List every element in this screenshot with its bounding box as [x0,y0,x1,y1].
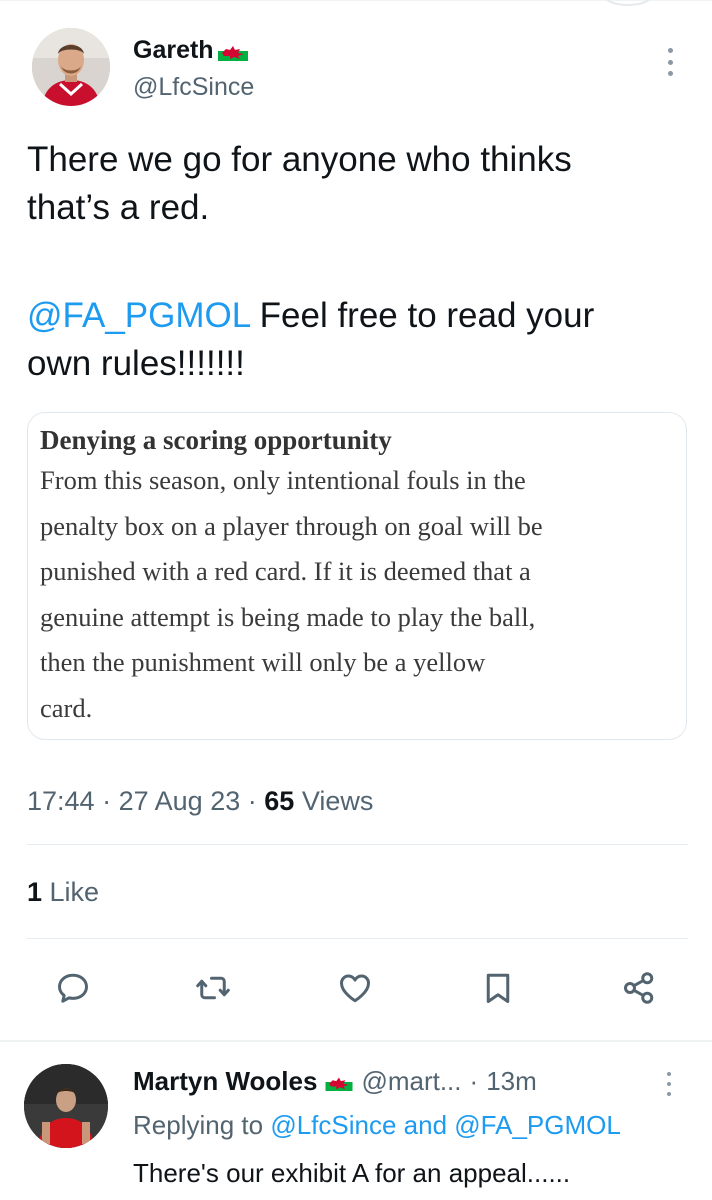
views-count: 65 [264,786,295,816]
mention-link[interactable]: @FA_PGMOL [27,296,250,335]
wales-flag-icon [325,1072,353,1091]
image-text-line: punished with a red card. If it is deeme… [40,556,531,586]
thread-divider [0,1040,712,1042]
likes-link[interactable]: 1 Like [27,877,99,908]
share-button[interactable] [617,966,661,1010]
tweet-text-line: There we go for anyone who thinks [27,140,572,179]
tweet-text: There we go for anyone who thinks that’s… [27,136,687,388]
replying-mention-2[interactable]: @FA_PGMOL [454,1110,621,1140]
more-dot [667,71,673,76]
replying-mention-1[interactable]: @LfcSince [270,1110,396,1140]
tweet-text-line: @FA_PGMOL Feel free to read your [27,292,687,340]
replying-to-line: Replying to @LfcSince and @FA_PGMOL [133,1110,621,1141]
reply-author-name[interactable]: Martyn Wooles [133,1066,317,1097]
bookmark-button[interactable] [476,966,520,1010]
like-icon [340,974,370,1003]
image-text-line: then the punishment will only be a yello… [40,647,486,677]
reply-header: Martyn Wooles @mart... · 13m [133,1066,537,1097]
image-heading: Denying a scoring opportunity [40,425,392,455]
author-name-text: Gareth [133,36,214,64]
tweet-text-fragment: Feel free to read your [249,296,595,335]
divider [27,844,688,845]
share-icon [624,972,654,1004]
tweet-text-line: that’s a red. [27,188,210,227]
reply-button[interactable] [51,966,95,1010]
more-dot [667,59,673,65]
reply-timestamp[interactable]: 13m [486,1066,537,1097]
previous-tweet-edge [604,0,652,6]
divider [27,938,688,939]
image-text-line: genuine attempt is being made to play th… [40,601,536,632]
tweet-date[interactable]: 27 Aug 23 [119,786,241,816]
reply-separator: · [469,1066,479,1096]
likes-count: 1 [27,877,43,907]
image-text-line: From this season, only intentional fouls… [40,465,526,495]
author-handle[interactable]: @LfcSince [133,73,254,102]
meta-separator: · [102,786,112,816]
image-text-line: penalty box on a player through on goal … [40,510,543,541]
image-body-text: From this season, only intentional fouls… [40,458,674,731]
bookmark-icon [486,973,510,1003]
views-label: Views [294,786,374,816]
replying-and: and [396,1110,455,1140]
more-dot [667,48,673,53]
tweet-meta: 17:44 · 27 Aug 23 · 65 Views [27,786,373,817]
reply-icon [58,973,88,1003]
like-button[interactable] [333,966,377,1010]
reply-more-options-button[interactable] [660,1070,678,1098]
replying-to-prefix: Replying to [133,1110,271,1140]
author-avatar[interactable] [32,28,110,106]
more-dot [667,1092,671,1096]
likes-label: Like [42,877,100,907]
retweet-icon [196,976,230,1000]
more-dot [667,1072,671,1076]
reply-text: There's our exhibit A for an appeal.....… [133,1158,571,1188]
attached-image-card[interactable]: Denying a scoring opportunity From this … [27,412,687,740]
reply-author-handle[interactable]: @mart... [361,1066,461,1097]
author-display-name[interactable]: Gareth [133,36,248,65]
tweet-time[interactable]: 17:44 [27,786,95,816]
image-text-line: card. [40,692,93,723]
reply-author-avatar[interactable] [24,1064,108,1148]
wales-flag-icon [217,40,248,61]
more-options-button[interactable] [660,44,680,80]
retweet-button[interactable] [191,966,235,1010]
meta-separator: · [247,786,257,816]
tweet-text-line: own rules!!!!!!! [27,344,245,383]
more-dot [667,1082,671,1086]
